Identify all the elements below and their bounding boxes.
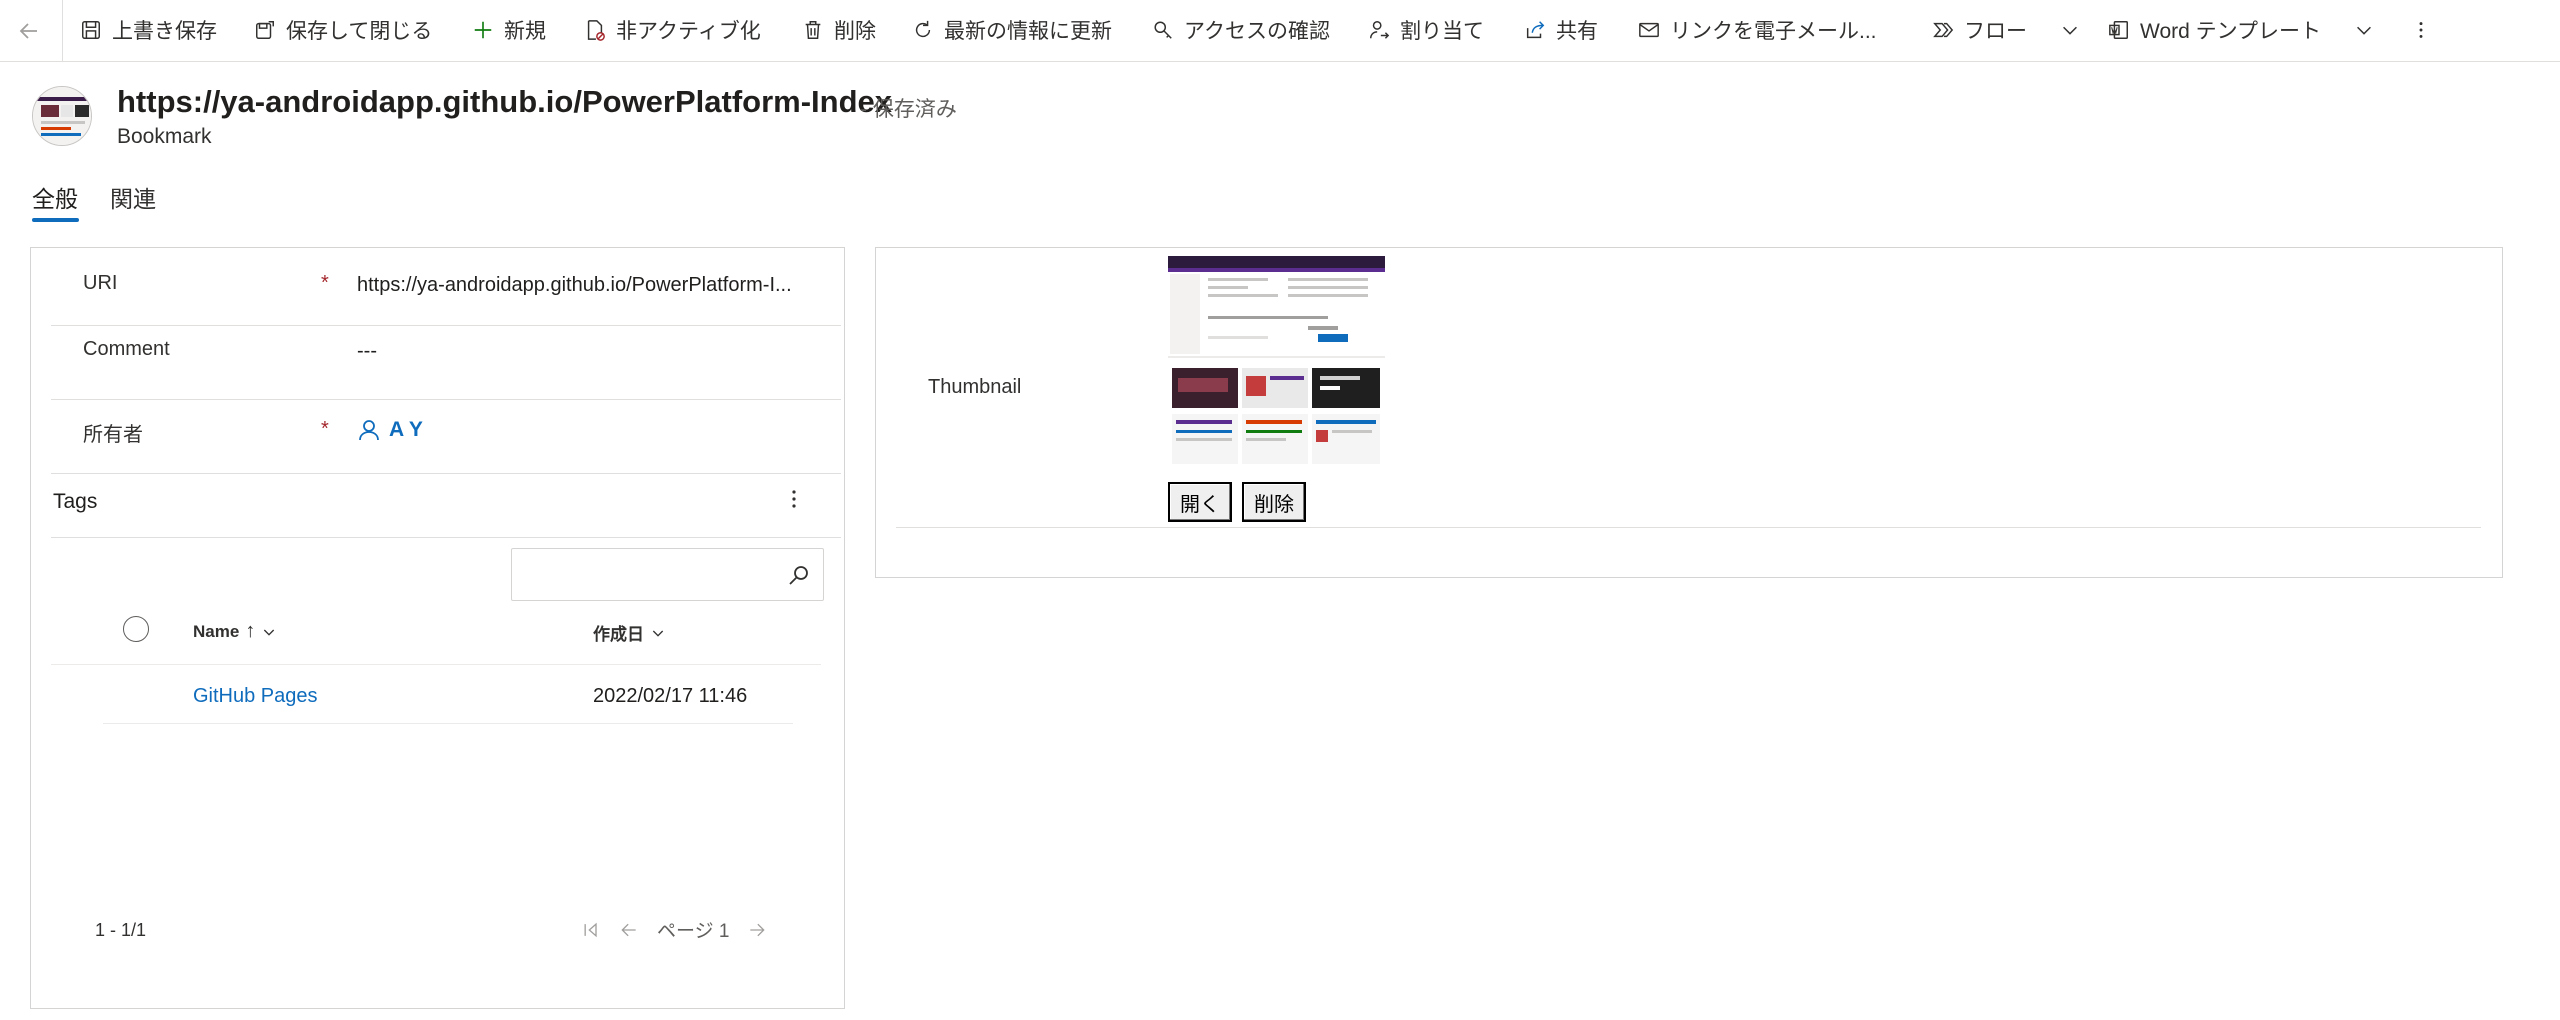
entity-name: Bookmark [117,125,212,148]
word-icon [2109,21,2128,39]
search-icon[interactable] [787,563,811,587]
thumbnail-label: Thumbnail [928,376,1022,398]
word-template-button[interactable]: Word テンプレート [2108,12,2375,48]
assign-label: 割り当て [1400,20,1484,43]
open-thumbnail-button[interactable]: 開く [1168,482,1232,522]
divider [51,664,821,665]
share-label: 共有 [1556,20,1598,43]
assign-button[interactable]: 割り当て [1368,12,1484,48]
required-marker: * [321,272,329,294]
more-vertical-icon [792,490,796,508]
new-button[interactable]: 新規 [472,12,546,48]
key-icon [1154,21,1172,39]
first-page-icon[interactable] [581,920,601,940]
delete-label: 削除 [834,20,876,43]
comment-value[interactable]: --- [357,340,377,363]
uri-label: URI [83,272,118,294]
tags-more-options-button[interactable] [779,486,809,519]
save-and-close-button[interactable]: 保存して閉じる [254,12,432,48]
select-all-checkbox[interactable] [123,616,149,642]
command-bar-divider [62,0,63,62]
tag-created-date: 2022/02/17 11:46 [593,685,748,707]
share-icon [1526,21,1545,39]
flow-label: フロー [1964,20,2027,43]
chevron-down-icon [2063,26,2077,35]
refresh-icon [915,20,931,38]
chevron-down-icon [2357,26,2371,35]
owner-name: A Y [389,418,423,441]
owner-lookup[interactable]: A Y [357,418,423,442]
uri-value[interactable]: https://ya-androidapp.github.io/PowerPla… [357,274,792,297]
delete-button[interactable]: 削除 [802,12,876,48]
thumbnail-image [1168,256,1385,474]
pagination: ページ 1 [581,916,767,943]
share-button[interactable]: 共有 [1524,12,1598,48]
person-icon [359,420,379,441]
owner-label: 所有者 [83,424,143,446]
tab-general[interactable]: 全般 [32,180,78,214]
divider [896,527,2481,528]
email-link-label: リンクを電子メール... [1670,20,1877,43]
page-title: https://ya-androidapp.github.io/PowerPla… [117,84,893,119]
record-count: 1 - 1/1 [95,920,147,940]
word-template-label: Word テンプレート [2140,20,2321,43]
required-marker: * [321,418,329,440]
refresh-label: 最新の情報に更新 [944,20,1112,43]
comment-label: Comment [83,338,170,360]
plus-icon [474,21,492,39]
save-button[interactable]: 上書き保存 [80,12,217,48]
column-header-created[interactable]: 作成日 [593,620,666,645]
record-image-avatar[interactable] [32,86,92,146]
flow-button[interactable]: フロー [1932,12,2081,48]
check-access-label: アクセスの確認 [1184,20,1330,43]
column-header-name-label: Name [193,621,240,641]
deactivate-button[interactable]: 非アクティブ化 [584,12,761,48]
more-commands-button[interactable] [2410,12,2432,48]
back-arrow-icon[interactable] [12,14,46,48]
check-access-button[interactable]: アクセスの確認 [1152,12,1330,48]
email-link-icon [1639,22,1659,38]
save-and-close-label: 保存して閉じる [286,20,433,43]
save-icon [82,21,100,39]
page-number: ページ 1 [657,921,730,942]
owner-field-row: 所有者 * A Y [51,400,841,474]
refresh-button[interactable]: 最新の情報に更新 [912,12,1112,48]
tag-name-link[interactable]: GitHub Pages [193,685,318,708]
save-close-icon [256,21,274,39]
tab-related[interactable]: 関連 [110,180,156,214]
thumbnail-avatar-image [33,87,91,145]
save-status: - 保存済み [860,98,957,121]
flow-icon [1933,22,1954,38]
column-header-name[interactable]: Name ↑ [193,620,277,643]
tags-search-input[interactable] [520,559,770,591]
divider [103,723,793,724]
save-label: 上書き保存 [112,20,217,43]
thumbnail-section: Thumbnail 開く 削除 [875,247,2503,578]
chevron-down-icon [264,629,275,636]
uri-field-row: URI * https://ya-androidapp.github.io/Po… [51,248,841,326]
delete-thumbnail-button[interactable]: 削除 [1242,482,1306,522]
general-section: URI * https://ya-androidapp.github.io/Po… [30,247,845,1009]
next-page-icon[interactable] [747,920,767,940]
previous-page-icon[interactable] [619,920,639,940]
more-vertical-icon [2419,22,2423,38]
tags-search-box[interactable] [511,548,824,601]
sort-ascending-icon: ↑ [245,620,256,642]
divider [51,537,841,538]
new-label: 新規 [504,20,546,43]
deactivate-icon [587,20,605,41]
active-tab-indicator [32,218,79,222]
deactivate-label: 非アクティブ化 [616,20,761,43]
tags-subgrid-title: Tags [53,490,98,513]
email-link-button[interactable]: リンクを電子メール... [1638,12,1877,48]
comment-field-row: Comment --- [51,326,841,400]
trash-icon [805,21,821,39]
assign-icon [1370,21,1390,39]
chevron-down-icon [652,630,664,637]
command-bar: 上書き保存 保存して閉じる 新規 非アクティブ化 削除 最新の情報に更新 アクセ… [0,0,2560,62]
column-header-created-label: 作成日 [593,625,644,644]
